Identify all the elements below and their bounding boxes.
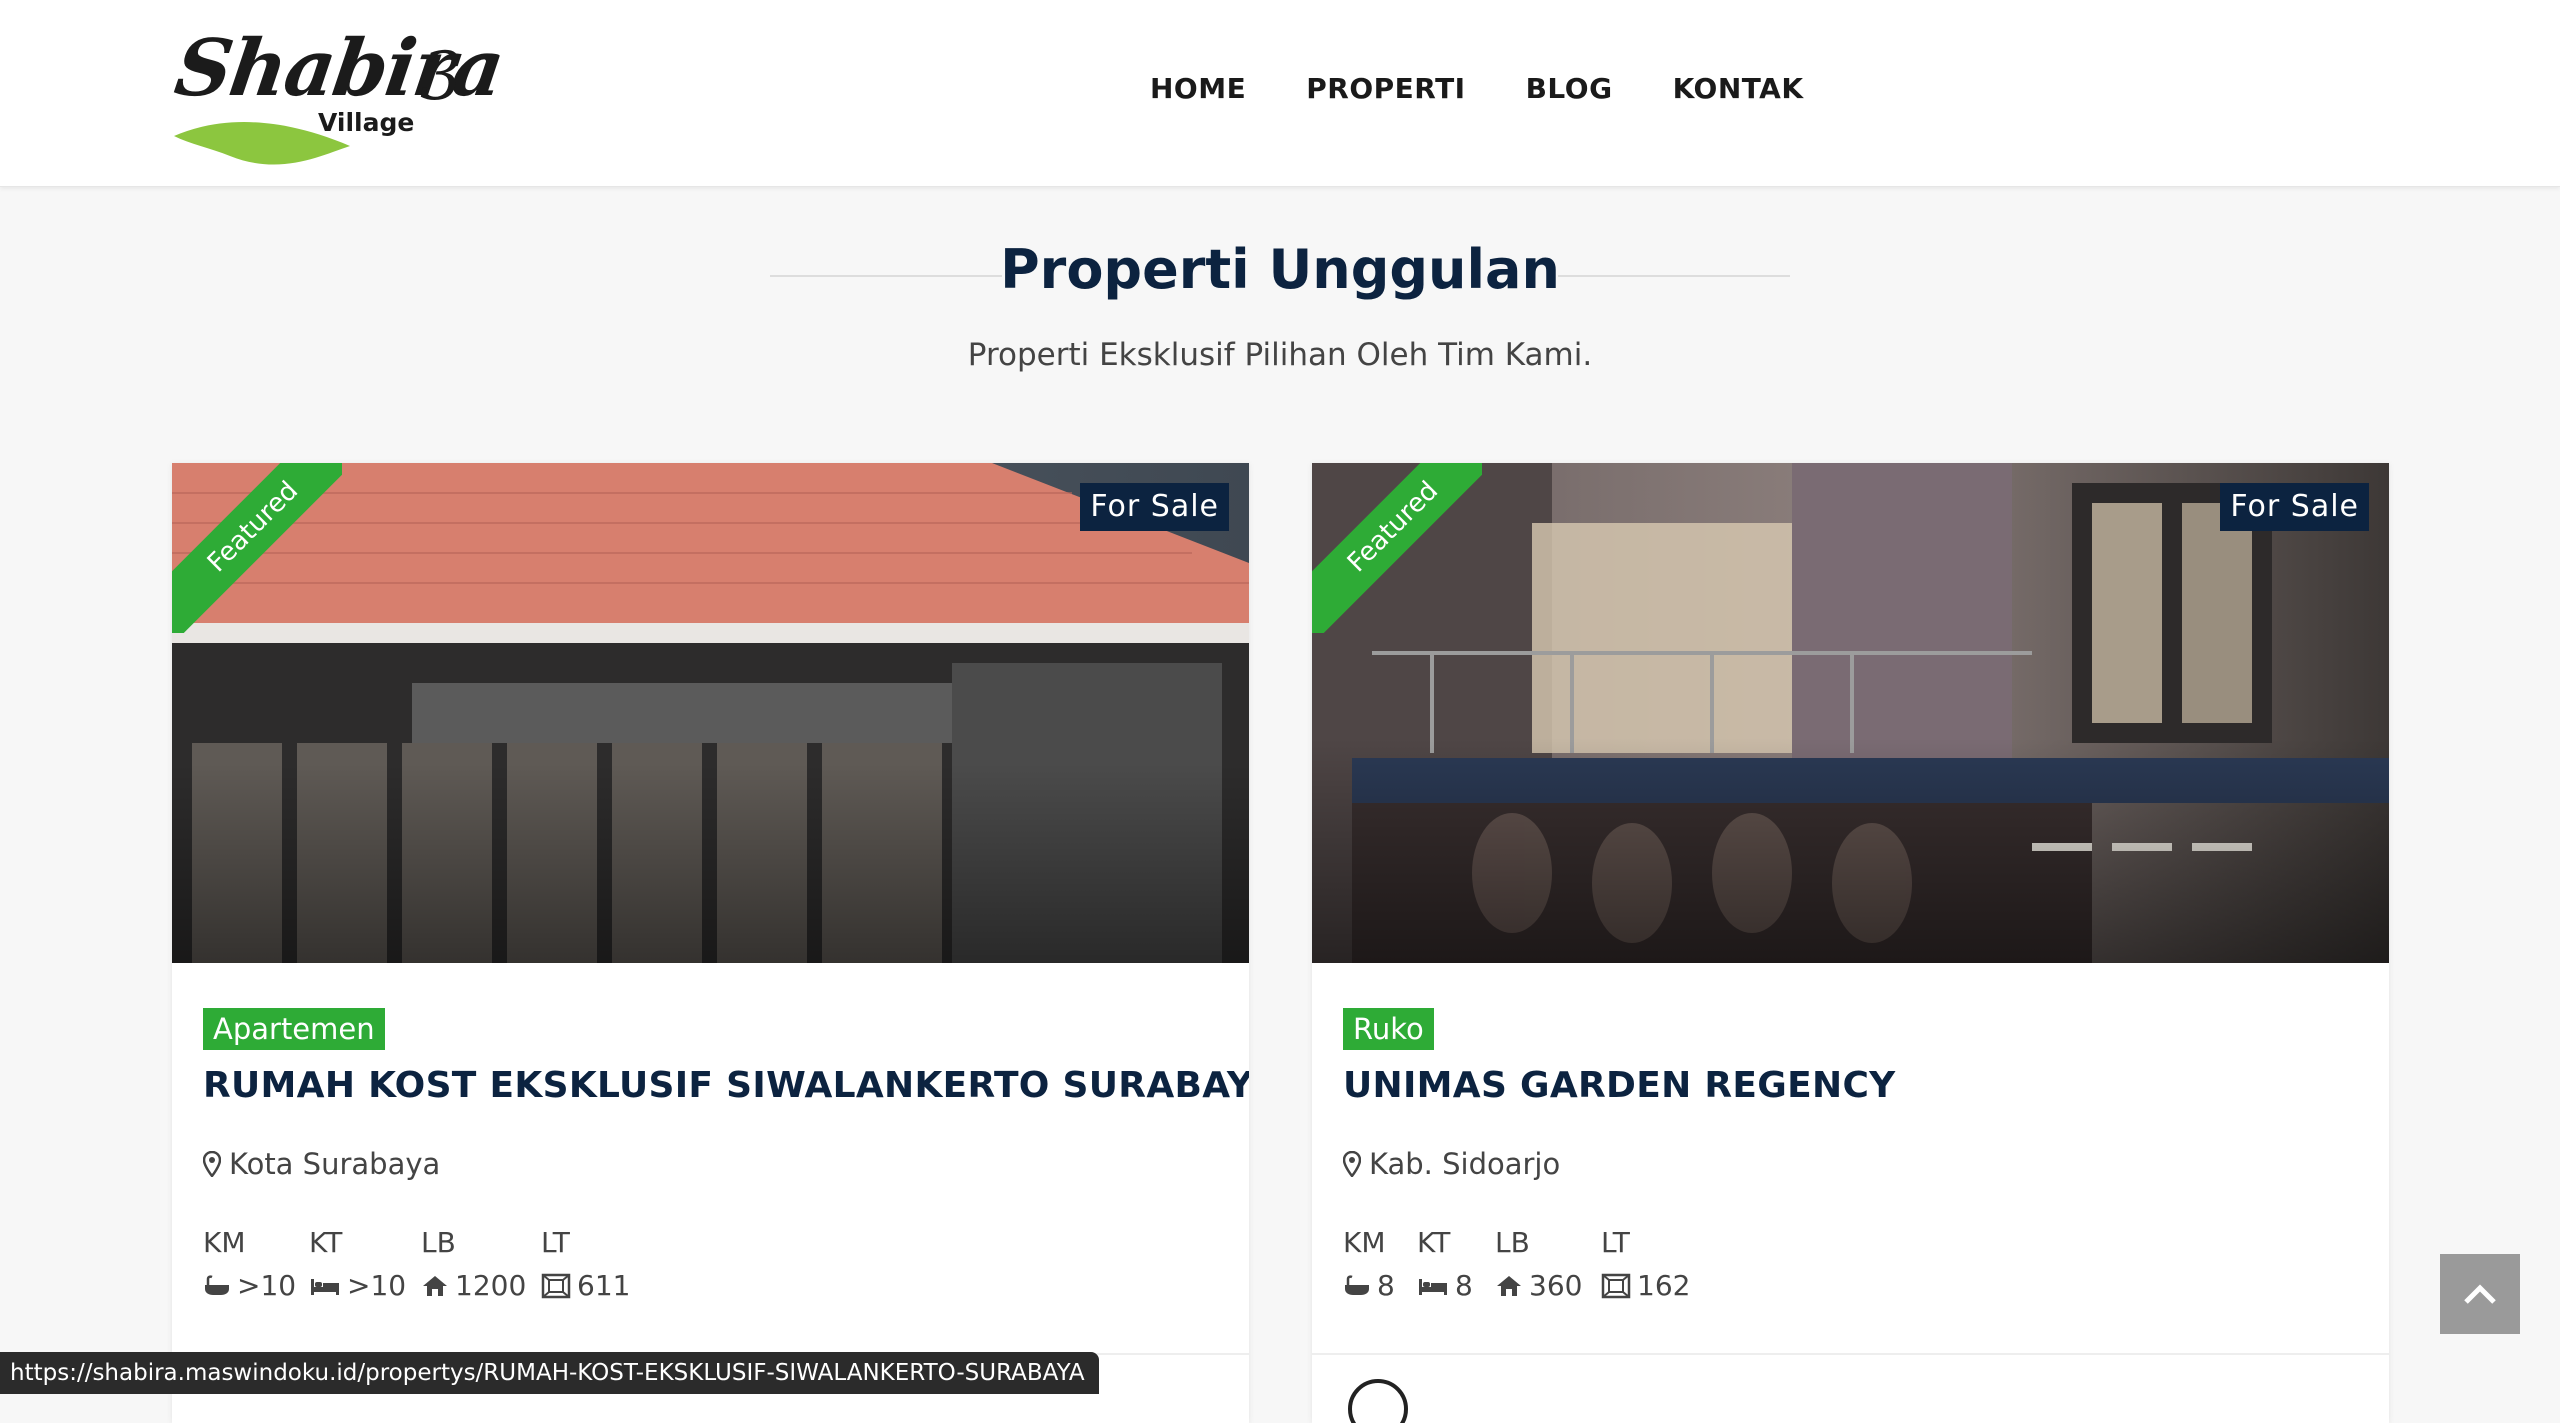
property-specs: KM >10 KT >10 LB 1200 LT 611 — [203, 1223, 641, 1309]
chevron-up-icon — [2464, 1284, 2496, 1304]
spec-value: 1200 — [455, 1269, 527, 1302]
property-image[interactable]: Featured For Sale — [172, 463, 1249, 963]
spec-label: LT — [541, 1226, 570, 1259]
property-type-tag[interactable]: Ruko — [1343, 1008, 1434, 1050]
featured-ribbon: Featured — [1312, 463, 1482, 633]
spec-value: 8 — [1455, 1269, 1473, 1302]
browser-status-bar: https://shabira.maswindoku.id/propertys/… — [0, 1352, 1099, 1394]
spec-kt: KT 8 — [1417, 1223, 1495, 1309]
site-logo[interactable]: Shabira 3 Village — [170, 23, 508, 165]
spec-label: LB — [421, 1226, 456, 1259]
property-specs: KM 8 KT 8 LB 360 LT 162 — [1343, 1223, 1701, 1309]
property-title[interactable]: RUMAH KOST EKSKLUSIF SIWALANKERTO SURABA… — [203, 1065, 1249, 1106]
property-card[interactable]: Featured For Sale Apartemen RUMAH KOST E… — [172, 463, 1249, 1423]
site-header: Shabira 3 Village HOME PROPERTI BLOG KON… — [0, 0, 2560, 187]
nav-home[interactable]: HOME — [1150, 72, 1246, 112]
spec-label: LB — [1495, 1226, 1530, 1259]
location-text: Kab. Sidoarjo — [1369, 1147, 1561, 1181]
section-title: Properti Unggulan — [1000, 238, 1560, 301]
spec-km: KM >10 — [203, 1223, 309, 1309]
agent-avatar[interactable] — [1348, 1379, 1408, 1423]
spec-value: 611 — [577, 1269, 631, 1302]
spec-value: >10 — [347, 1269, 407, 1302]
spec-lb: LB 1200 — [421, 1223, 541, 1309]
spec-value: 8 — [1377, 1269, 1395, 1302]
location-text: Kota Surabaya — [229, 1147, 441, 1181]
spec-value: 162 — [1637, 1269, 1691, 1302]
logo-number: 3 — [420, 38, 462, 115]
spec-value: >10 — [237, 1269, 297, 1302]
spec-label: KM — [1343, 1226, 1386, 1259]
spec-lt: LT 162 — [1601, 1223, 1701, 1309]
spec-lt: LT 611 — [541, 1223, 641, 1309]
property-image[interactable]: Featured For Sale — [1312, 463, 2389, 963]
map-pin-icon — [1343, 1151, 1361, 1177]
status-badge: For Sale — [2220, 483, 2369, 531]
spec-km: KM 8 — [1343, 1223, 1417, 1309]
logo-subtitle: Village — [318, 108, 415, 137]
map-pin-icon — [203, 1151, 221, 1177]
scroll-to-top-button[interactable] — [2440, 1254, 2520, 1334]
home-icon — [1497, 1276, 1521, 1296]
property-type-tag[interactable]: Apartemen — [203, 1008, 385, 1050]
title-line-right — [1558, 275, 1790, 277]
status-badge: For Sale — [1080, 483, 1229, 531]
land-area-icon — [1601, 1273, 1631, 1299]
home-icon — [423, 1276, 447, 1296]
property-location: Kota Surabaya — [203, 1147, 440, 1181]
nav-kontak[interactable]: KONTAK — [1673, 72, 1804, 112]
land-area-icon — [541, 1273, 571, 1299]
nav-properti[interactable]: PROPERTI — [1306, 72, 1465, 112]
bath-icon — [205, 1275, 229, 1295]
bed-icon — [1419, 1279, 1447, 1295]
property-location: Kab. Sidoarjo — [1343, 1147, 1560, 1181]
section-subtitle: Properti Eksklusif Pilihan Oleh Tim Kami… — [967, 337, 1593, 373]
bath-icon — [1345, 1275, 1369, 1295]
spec-lb: LB 360 — [1495, 1223, 1601, 1309]
spec-label: KT — [309, 1226, 343, 1259]
property-card[interactable]: Featured For Sale Ruko UNIMAS GARDEN REG… — [1312, 463, 2389, 1423]
spec-kt: KT >10 — [309, 1223, 421, 1309]
bed-icon — [311, 1279, 339, 1295]
property-title[interactable]: UNIMAS GARDEN REGENCY — [1343, 1065, 1896, 1106]
spec-label: LT — [1601, 1226, 1630, 1259]
nav-blog[interactable]: BLOG — [1526, 72, 1613, 112]
spec-value: 360 — [1529, 1269, 1583, 1302]
main-nav: HOME PROPERTI BLOG KONTAK — [1150, 72, 1804, 112]
card-divider — [1312, 1353, 2389, 1355]
featured-ribbon: Featured — [172, 463, 342, 633]
spec-label: KT — [1417, 1226, 1451, 1259]
spec-label: KM — [203, 1226, 246, 1259]
